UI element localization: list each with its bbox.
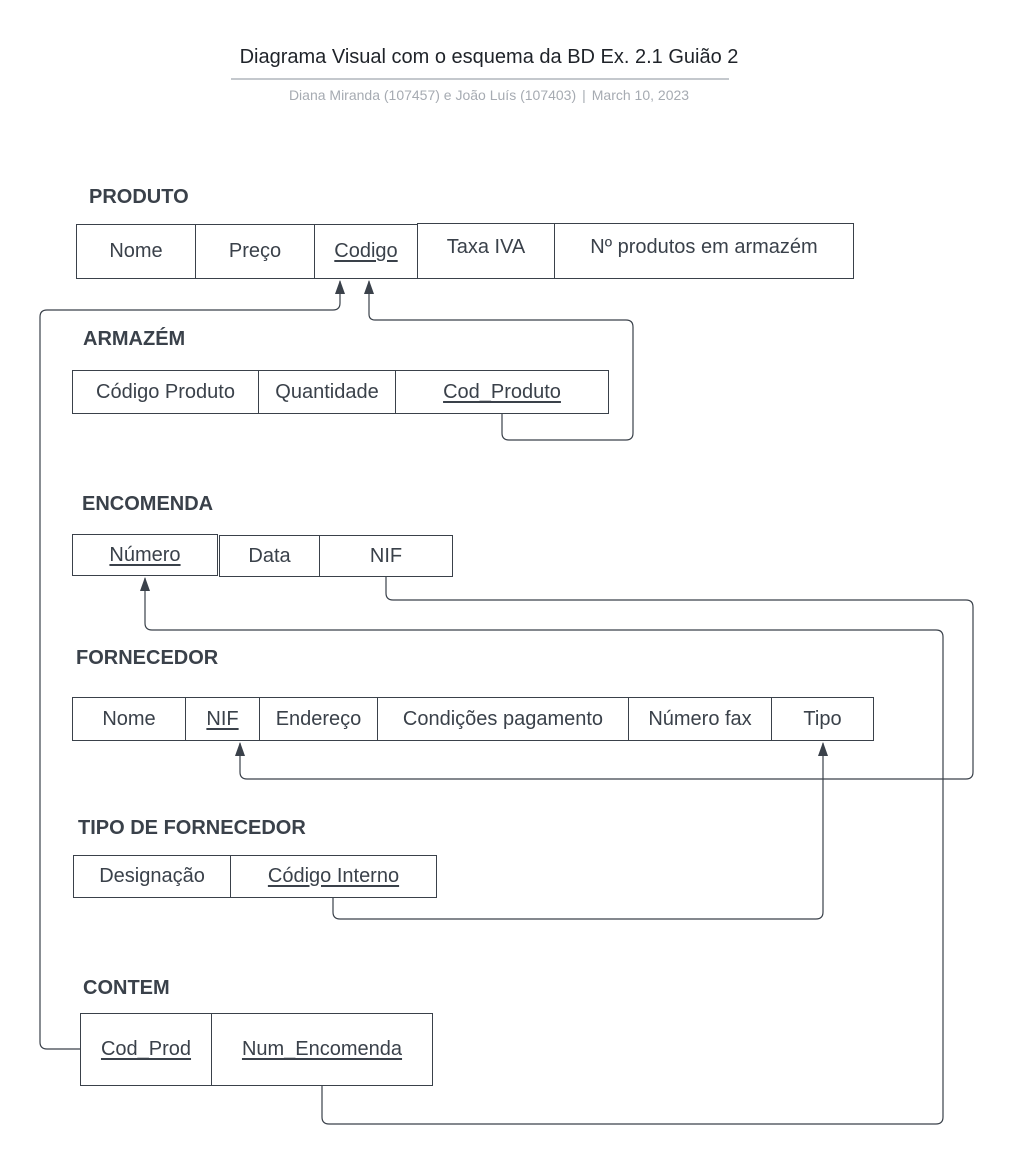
connector-armazem-to-produto [364, 280, 634, 441]
connector-tipo-fornecedor-to-fornecedor [332, 742, 828, 920]
connector-encomenda-to-fornecedor [235, 577, 974, 780]
connector-contem-to-produto [39, 280, 345, 1050]
relationship-connectors [39, 280, 974, 1125]
